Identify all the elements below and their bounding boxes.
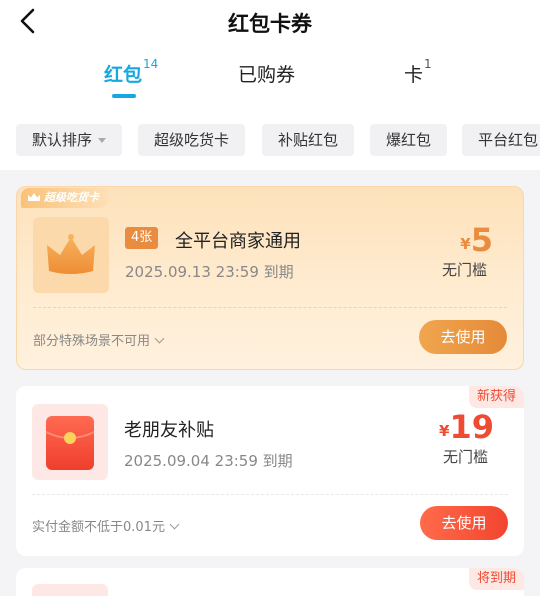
filter-subsidy-hongbao[interactable]: 补贴红包 (262, 124, 355, 156)
super-foodie-tag: 超级吃货卡 (21, 188, 109, 208)
tab-count: 1 (424, 56, 432, 71)
tab-count: 14 (143, 56, 159, 71)
coupon-condition: 无门槛 (441, 261, 487, 279)
coupon-title: 全平台商家通用 (175, 231, 301, 252)
filter-default-sort[interactable]: 默认排序 (16, 124, 123, 156)
chip-label: 超级吃货卡 (154, 131, 230, 149)
coupon-thumbnail (32, 584, 108, 596)
red-envelope-icon (45, 416, 95, 470)
tab-bar: 红包14 已购券 卡1 (0, 46, 540, 110)
use-button[interactable]: 去使用 (420, 506, 508, 540)
count-badge: 4张 (125, 227, 159, 249)
tab-purchased-coupons[interactable]: 已购券 (238, 60, 295, 87)
tab-label: 已购券 (238, 64, 296, 86)
coupon-usage-note[interactable]: 实付金额不低于0.01元 (32, 516, 180, 535)
page-title: 红包卡券 (228, 12, 312, 36)
tab-active-indicator (112, 94, 136, 98)
chip-label: 默认排序 (32, 131, 93, 149)
tab-cards[interactable]: 卡1 (404, 56, 432, 87)
divider (32, 494, 508, 495)
coupon-card[interactable]: 将到期 (16, 568, 524, 596)
tab-label: 红包 (104, 64, 143, 86)
tab-hongbao[interactable]: 红包14 (104, 56, 159, 87)
red-envelope-icon (32, 584, 108, 596)
coupon-expiry: 2025.09.13 23:59 到期 (125, 263, 294, 281)
divider (33, 307, 507, 308)
filter-super-foodie-card[interactable]: 超级吃货卡 (138, 124, 246, 156)
coupon-usage-note[interactable]: 部分特殊场景不可用 (33, 330, 165, 349)
coupon-condition: 无门槛 (442, 448, 488, 466)
crown-icon (47, 234, 95, 274)
chevron-down-icon (154, 333, 165, 344)
coupon-card[interactable]: 新获得 老朋友补贴 2025.09.04 23:59 到期 ¥19 无门槛 实付… (16, 386, 524, 556)
caret-down-icon (98, 138, 107, 143)
chip-label: 平台红包 (478, 131, 539, 149)
coupon-amount: ¥19 (439, 408, 494, 446)
crown-icon (28, 193, 40, 201)
coupon-thumbnail (33, 217, 109, 293)
tab-label: 卡 (404, 64, 424, 86)
coupon-card[interactable]: 超级吃货卡 4张 全平台商家通用 2025.09.13 23:59 到期 ¥5 … (16, 186, 524, 370)
coupon-thumbnail (32, 404, 108, 480)
new-badge: 新获得 (468, 386, 524, 408)
chip-label: 补贴红包 (278, 131, 339, 149)
filter-hot-hongbao[interactable]: 爆红包 (370, 124, 448, 156)
use-button[interactable]: 去使用 (419, 320, 507, 354)
coupon-amount: ¥5 (460, 221, 493, 259)
chip-label: 爆红包 (386, 131, 432, 149)
coupon-expiry: 2025.09.04 23:59 到期 (124, 452, 293, 470)
coupon-title: 老朋友补贴 (124, 420, 214, 441)
expiring-badge: 将到期 (468, 568, 524, 590)
top-bar: 红包卡券 (0, 0, 540, 46)
filter-platform-hongbao[interactable]: 平台红包 (462, 124, 540, 156)
chevron-down-icon (169, 519, 180, 530)
filter-bar: 默认排序 超级吃货卡 补贴红包 爆红包 平台红包 (0, 110, 540, 170)
